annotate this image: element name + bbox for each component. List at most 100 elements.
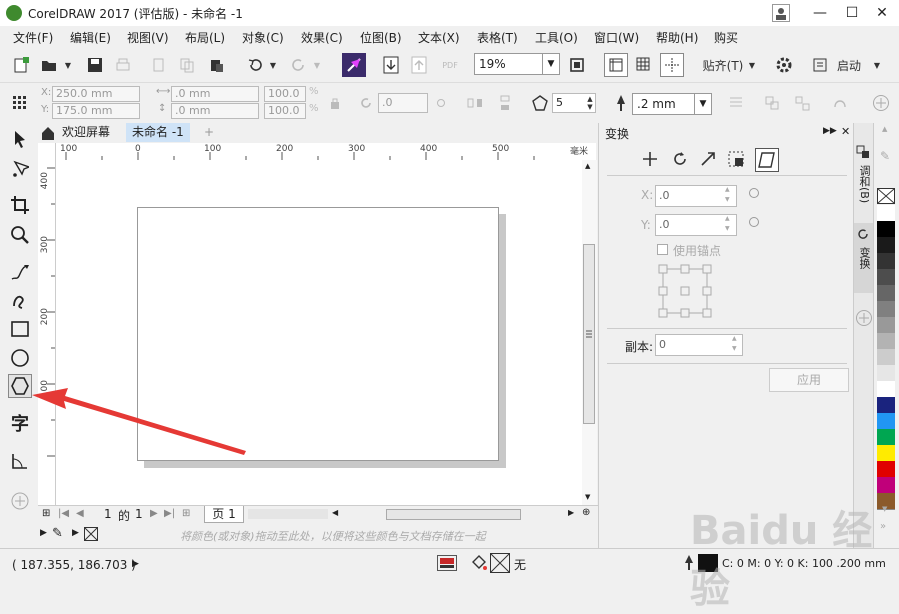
page-options-icon[interactable]: ⊞ [42,508,50,519]
no-color-swatch[interactable] [84,527,98,541]
show-grid-icon[interactable] [632,53,654,75]
add-property-plus-icon[interactable] [870,93,892,113]
minimize-button[interactable]: — [805,2,835,24]
maximize-button[interactable]: ☐ [837,2,867,24]
convert-curves-icon[interactable] [830,93,850,113]
palette-swatch[interactable] [877,477,895,494]
add-docker-plus-icon[interactable] [855,309,873,327]
publish-pdf-icon[interactable]: PDF [438,54,462,76]
fill-none-swatch[interactable] [490,553,510,573]
transform-position-icon[interactable] [641,150,661,170]
zoom-to-page-icon[interactable] [566,54,588,76]
next-page-icon[interactable]: ▶ [150,508,158,519]
rotation-field[interactable]: .0 [378,93,428,113]
account-icon[interactable] [772,4,790,22]
palette-swatch[interactable] [877,301,895,318]
previous-page-icon[interactable]: ◀ [76,508,84,519]
scale-width-field[interactable]: 100.0 [264,86,306,102]
crop-tool-icon[interactable] [8,193,32,217]
show-guidelines-icon[interactable] [660,53,684,77]
export-down-icon[interactable] [380,54,402,76]
palette-no-color-swatch[interactable] [877,188,895,204]
outline-width-dropdown[interactable]: .2 mm ▼ [632,93,712,115]
menu-edit[interactable]: 编辑(E) [70,29,111,46]
import-icon[interactable] [342,53,366,77]
page-tab-1[interactable]: 页 1 [204,506,244,523]
paste-icon[interactable] [206,54,228,76]
add-page-icon[interactable]: ⊞ [182,508,190,519]
menu-layout[interactable]: 布局(L) [185,29,225,46]
ruler-origin-icon[interactable] [38,143,56,161]
print-icon[interactable] [112,54,134,76]
rotate-icon[interactable] [356,93,376,113]
zoom-level-dropdown[interactable]: 19% ▼ [474,53,560,75]
color-proof-icon[interactable] [437,555,457,571]
sides-spinner[interactable]: ▲ ▼ [584,93,596,113]
shape-tool-icon[interactable] [8,157,32,181]
transform-rotate-icon[interactable] [671,150,691,170]
palette-swatch[interactable] [877,221,895,238]
open-folder-icon[interactable] [38,54,60,76]
rectangle-tool-icon[interactable] [8,317,32,341]
horizontal-ruler[interactable]: 100 0 100 200 300 400 500 毫米 [56,143,596,161]
mirror-horizontal-icon[interactable] [464,93,486,113]
vertical-scrollbar[interactable]: ▲ ▼ [582,160,597,505]
position-y-field[interactable]: 175.0 mm [52,103,140,119]
zoom-tool-icon[interactable] [8,223,32,247]
palette-options-icon[interactable]: ▶ [72,528,79,538]
apply-button[interactable]: 应用 [769,368,849,392]
color-eyedropper-icon[interactable]: ✎ [52,526,63,541]
redo-dropdown-arrow-icon[interactable]: ▼ [312,54,322,76]
docker-close-icon[interactable]: ✕ [841,125,850,138]
vertical-scroll-thumb[interactable] [583,244,595,424]
combine-icon[interactable] [762,93,782,113]
palette-swatch[interactable] [877,333,895,350]
y-position-spinner[interactable]: ▲ ▼ [725,214,730,234]
copy-icon[interactable] [176,54,198,76]
palette-swatch[interactable] [877,413,895,430]
transform-scale-icon[interactable] [699,150,719,170]
object-origin-icon[interactable] [10,93,30,113]
menu-bitmaps[interactable]: 位图(B) [360,29,402,46]
tab-welcome-screen[interactable]: 欢迎屏幕 [56,123,116,142]
palette-swatch[interactable] [877,205,895,222]
close-button[interactable]: ✕ [867,2,897,24]
copies-field[interactable]: 0 [655,334,743,356]
launch-dropdown-arrow-icon[interactable]: ▼ [870,54,884,76]
menu-table[interactable]: 表格(T) [477,29,518,46]
menu-window[interactable]: 窗口(W) [594,29,639,46]
menu-help[interactable]: 帮助(H) [656,29,698,46]
launch-button[interactable]: 启动 [832,54,866,76]
palette-swatch[interactable] [877,269,895,286]
mirror-vertical-icon[interactable] [494,93,516,113]
scroll-left-arrow-icon[interactable]: ◀ [332,508,338,517]
break-apart-icon[interactable] [792,93,812,113]
menu-view[interactable]: 视图(V) [127,29,169,46]
wrap-text-icon[interactable] [726,93,746,113]
palette-swatch[interactable] [877,397,895,414]
menu-text[interactable]: 文本(X) [418,29,460,46]
palette-arrow-icon[interactable]: ▶ [40,528,47,538]
scroll-right-arrow-icon[interactable]: ▶ [568,508,574,517]
menu-file[interactable]: 文件(F) [13,29,53,46]
use-anchor-checkbox[interactable] [657,244,668,255]
freehand-tool-icon[interactable] [8,261,32,285]
scroll-up-arrow-icon[interactable]: ▲ [585,162,590,170]
palette-swatch[interactable] [877,461,895,478]
snap-to-button[interactable]: 贴齐(T) [694,54,752,76]
artistic-media-tool-icon[interactable] [8,288,32,312]
menu-object[interactable]: 对象(C) [242,29,284,46]
export-up-icon[interactable] [408,54,430,76]
undo-icon[interactable] [244,54,266,76]
docker-collapse-icon[interactable]: ▶▶ [823,126,837,136]
menu-buy[interactable]: 购买 [714,29,738,46]
open-dropdown-arrow-icon[interactable]: ▼ [62,54,74,76]
new-document-icon[interactable] [10,54,32,76]
palette-swatch[interactable] [877,365,895,382]
launch-icon[interactable] [810,54,830,76]
y-relative-icon[interactable] [749,217,759,227]
tab-untitled-document[interactable]: 未命名 -1 [126,123,190,142]
palette-swatch[interactable] [877,317,895,334]
status-arrow-icon[interactable]: ▶ [132,559,139,569]
position-x-field[interactable]: 250.0 mm [52,86,140,102]
